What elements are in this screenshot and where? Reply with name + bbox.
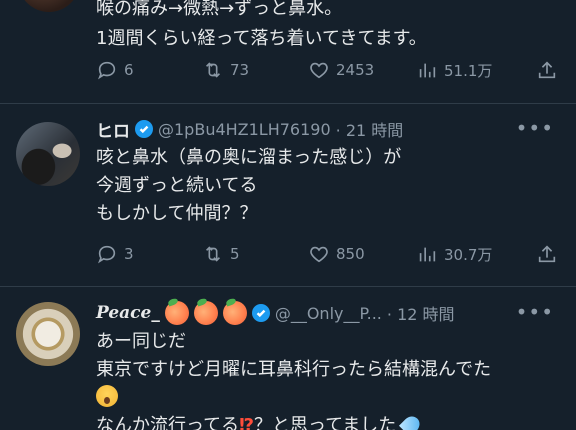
divider [0,286,576,287]
like-button[interactable]: 850 [308,240,365,268]
tweet-header: Peace_ @__Only__P... · 12 時間 [96,300,455,326]
tweet-header: ヒロ @1pBu4HZ1LH76190 · 21 時間 [96,116,403,142]
share-icon [538,61,556,79]
timeline-feed: 喉の痛み→微熱→ずっと鼻水。 1週間くらい経って落ち着いてきてます。 6 73 … [0,0,576,430]
retweet-icon [205,246,221,262]
heart-icon [310,62,328,79]
handle[interactable]: @1pBu4HZ1LH76190 [158,120,331,139]
tweet-text: あー同じだ 東京ですけど月曜に耳鼻科行ったら結構混んでた なんか流行ってる⁉？と… [96,328,491,430]
retweet-button[interactable]: 5 [202,240,240,268]
reply-button[interactable]: 6 [96,56,134,84]
peach-emoji-icon [193,301,218,325]
timestamp[interactable]: · 21 時間 [336,117,404,141]
sweat-droplets-emoji-icon [398,412,423,430]
heart-icon [310,246,328,263]
tweet-text: 咳と鼻水（鼻の奥に溜まった感じ）が 今週ずっと続いてる もしかして仲間？？ [96,147,402,224]
verified-badge-icon [251,304,270,322]
reply-button[interactable]: 3 [96,240,134,268]
handle[interactable]: @__Only__P... [275,304,382,323]
reply-icon [98,61,116,80]
like-button[interactable]: 2453 [308,56,374,84]
share-button[interactable] [536,240,558,268]
views-icon [419,247,436,262]
reply-icon [98,245,116,264]
avatar[interactable] [18,0,80,12]
retweet-icon [205,62,221,78]
tweet-actions: 6 73 2453 51.1万 [96,56,566,84]
peach-emoji-icon [222,301,247,325]
retweet-button[interactable]: 73 [202,56,249,84]
display-name[interactable]: Peace_ [96,303,160,323]
more-icon[interactable]: ••• [516,300,554,324]
interrobang-emoji-icon: ⁉ [239,415,255,430]
views-icon [419,63,436,78]
more-icon[interactable]: ••• [516,116,554,140]
share-icon [538,245,556,263]
views-button[interactable]: 51.1万 [416,56,492,84]
avatar[interactable] [16,122,80,186]
divider [0,103,576,104]
avatar[interactable] [16,302,80,366]
tweet-actions: 3 5 850 30.7万 [96,240,566,268]
verified-badge-icon [135,120,153,138]
tweet-text: 喉の痛み→微熱→ずっと鼻水。 1週間くらい経って落ち着いてきてます。 [96,0,427,49]
share-button[interactable] [536,56,558,84]
display-name[interactable]: ヒロ [96,117,130,142]
timestamp[interactable]: · 12 時間 [387,301,455,325]
views-button[interactable]: 30.7万 [416,240,492,268]
peach-emoji-icon [164,301,189,325]
surprised-face-emoji-icon [96,385,118,407]
